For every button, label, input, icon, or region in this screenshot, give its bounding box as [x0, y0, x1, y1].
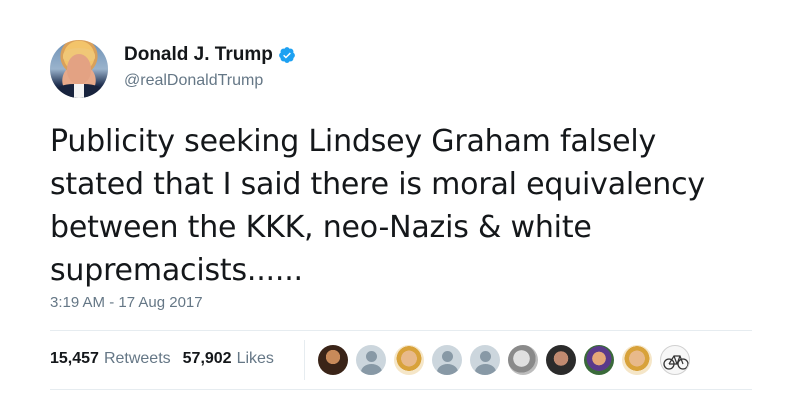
bicycle-icon	[663, 355, 689, 370]
engagement-stats: 15,457 Retweets 57,902 Likes	[50, 350, 286, 368]
avatar-shirt	[74, 84, 84, 98]
likes-label: Likes	[236, 350, 274, 367]
verified-badge-icon	[278, 46, 296, 64]
liker-avatar-default[interactable]	[470, 345, 500, 375]
display-name[interactable]: Donald J. Trump	[124, 44, 273, 66]
retweets-stat[interactable]: 15,457 Retweets	[50, 350, 171, 368]
liker-avatar-default[interactable]	[356, 345, 386, 375]
divider	[50, 389, 752, 390]
avatar-face	[67, 54, 91, 84]
liker-avatar[interactable]	[584, 345, 614, 375]
liker-avatar-bicycle[interactable]	[660, 345, 690, 375]
user-handle[interactable]: @realDonaldTrump	[124, 72, 263, 90]
profile-avatar[interactable]	[50, 40, 108, 98]
liker-avatar[interactable]	[508, 345, 538, 375]
tweet-text: Publicity seeking Lindsey Graham falsely…	[50, 124, 705, 288]
divider	[50, 330, 752, 331]
likes-count: 57,902	[182, 350, 232, 367]
liker-avatar-default[interactable]	[432, 345, 462, 375]
liker-avatar[interactable]	[622, 345, 652, 375]
author-name-row[interactable]: Donald J. Trump	[124, 44, 296, 66]
liked-by-avatars	[318, 345, 698, 375]
tweet-card: Donald J. Trump @realDonaldTrump Publici…	[0, 0, 800, 420]
liker-avatar[interactable]	[394, 345, 424, 375]
liker-avatar[interactable]	[318, 345, 348, 375]
retweets-count: 15,457	[50, 350, 99, 367]
tweet-timestamp[interactable]: 3:19 AM - 17 Aug 2017	[50, 294, 203, 311]
retweets-label: Retweets	[103, 350, 171, 367]
likes-stat[interactable]: 57,902 Likes	[183, 350, 274, 368]
liker-avatar[interactable]	[546, 345, 576, 375]
stats-separator	[304, 340, 305, 380]
